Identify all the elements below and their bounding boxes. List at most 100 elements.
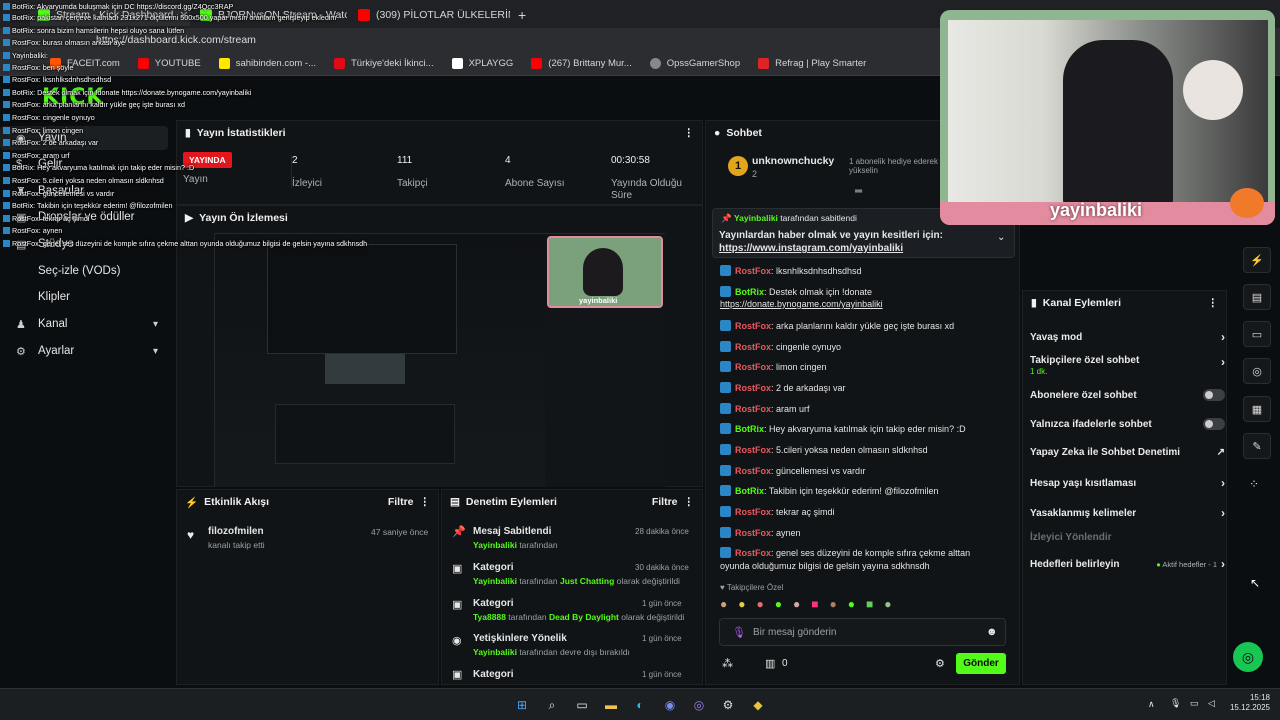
bookmark-youtube[interactable]: YOUTUBE (137, 58, 201, 69)
sahibinden-icon (218, 58, 230, 69)
overlay-line: RostFox: cingenle oynuyo (3, 113, 95, 122)
send-button[interactable]: Gönder (956, 653, 1006, 674)
emote-icon[interactable]: ● (793, 597, 800, 613)
more-menu-icon[interactable]: ⋮ (684, 496, 695, 508)
badge-icon (720, 320, 731, 331)
discord-icon[interactable]: ◉ (660, 695, 680, 715)
youtube-icon (531, 58, 543, 69)
mod-title: Kategori (473, 562, 514, 573)
globe-icon (649, 58, 661, 69)
quick-action-wrench-icon[interactable]: ✎ (1243, 433, 1271, 459)
bookmark-xplaygg[interactable]: XPLAYGG (451, 58, 513, 69)
mod-desc: Yayinbaliki tarafından Just Chatting ola… (473, 576, 680, 586)
panel-header: ▮ Yayın İstatistikleri ⋮ (177, 121, 702, 145)
quick-action-nodes-icon[interactable]: ⁘ (1249, 477, 1259, 491)
more-menu-icon[interactable]: ⋮ (420, 496, 431, 508)
quick-action-broadcast-icon[interactable]: ◎ (1243, 358, 1271, 384)
chevron-down-icon[interactable]: ⌄ (997, 232, 1005, 243)
quick-action-chat-icon[interactable]: ▭ (1243, 321, 1271, 347)
action-subscribers-only[interactable]: Abonelere özel sohbet (1030, 389, 1225, 401)
more-menu-icon[interactable]: ⋮ (684, 127, 695, 139)
badge-icon (720, 506, 731, 517)
sidebar-item-kanal[interactable]: ♟ Kanal ▾ (0, 312, 168, 336)
top-gifter-name[interactable]: unknownchucky (752, 155, 834, 167)
bookmark-opss[interactable]: OpssGamerShop (649, 58, 740, 69)
quick-action-doc-icon[interactable]: ▤ (1243, 284, 1271, 310)
emote-icon[interactable]: ■ (866, 597, 873, 613)
badge-icon (3, 89, 10, 96)
bookmark-brittany[interactable]: (267) Brittany Mur... (531, 58, 632, 69)
action-account-age[interactable]: Hesap yaşı kısıtlaması › (1030, 476, 1225, 490)
list-icon: ▤ (450, 496, 460, 508)
support-chat-icon[interactable]: ◎ (1233, 642, 1263, 672)
tab-youtube[interactable]: (309) PİLOTLAR ÜLKELERİN HAVA ✕ (350, 4, 510, 26)
badge-icon (720, 265, 731, 276)
start-icon[interactable]: ⊞ (512, 695, 532, 715)
panel-title: Sohbet (726, 127, 762, 139)
mod-time: 1 gün önce (642, 599, 682, 608)
bookmark-sahibinden[interactable]: sahibinden.com -... (218, 58, 316, 69)
edge-icon[interactable]: ◐ (630, 695, 650, 715)
emote-icon[interactable]: ● (884, 597, 891, 613)
emotes-only-toggle[interactable] (1203, 418, 1225, 430)
bookmark-refrag[interactable]: Refrag | Play Smarter (758, 58, 866, 69)
action-followers-only[interactable]: Takipçilere özel sohbet 1 dk. › (1030, 355, 1225, 379)
gift-icon[interactable]: ▥ (765, 657, 775, 670)
overlay-line: BotRix: Akvaryumda buluşmak için DC http… (3, 2, 233, 11)
mic-icon[interactable]: 🎙 (1170, 698, 1181, 709)
preview-video[interactable]: yayinbaliki (214, 233, 666, 487)
pin-icon: 📌 (721, 213, 732, 223)
sidebar-item-vods[interactable]: Seç-izle (VODs) (0, 259, 168, 283)
obs-icon[interactable]: ◎ (689, 695, 709, 715)
overlay-line: RostFox: lksnhlksdnhsdhsdhsd (3, 75, 111, 84)
tray-chevron-icon[interactable]: ∧ (1148, 699, 1155, 710)
gear-icon[interactable]: ⚙ (935, 657, 945, 670)
quick-action-bolt-icon[interactable]: ⚡ (1243, 247, 1271, 273)
sidebar-item-ayarlar[interactable]: ⚙ Ayarlar ▾ (0, 339, 168, 363)
pinned-link[interactable]: https://www.instagram.com/yayinbaliki (719, 243, 903, 254)
action-ai-moderation[interactable]: Yapay Zeka ile Sohbet Denetimi ↗ (1030, 447, 1225, 458)
filter-button[interactable]: Filtre (652, 496, 678, 508)
steam-icon[interactable]: ⚙ (718, 695, 738, 715)
subscribers-only-toggle[interactable] (1203, 389, 1225, 401)
emoji-icon[interactable]: ☻ (986, 626, 998, 638)
search-icon[interactable]: ⌕ (542, 695, 562, 715)
file-explorer-icon[interactable]: ▬ (601, 695, 621, 715)
collapse-handle-icon[interactable]: ═ (855, 186, 862, 197)
network-icon[interactable]: ▭ (1190, 698, 1199, 709)
badge-icon (3, 127, 10, 134)
emote-icon[interactable]: ● (775, 597, 782, 613)
gift-subs-text[interactable]: 1 abonelik hediye ederek yükselin (849, 157, 941, 175)
event-user[interactable]: filozofmilen (208, 526, 264, 537)
volume-icon[interactable]: ◁ (1208, 698, 1215, 709)
pinned-by: 📌 Yayinbaliki tarafından sabitlendi (721, 213, 857, 223)
chat-message: RostFox: aram urf (720, 403, 810, 414)
app-icon[interactable]: ◆ (748, 695, 768, 715)
emote-icon[interactable]: ● (720, 597, 727, 613)
quick-action-layout-icon[interactable]: ▦ (1243, 396, 1271, 422)
filter-button[interactable]: Filtre (388, 496, 414, 508)
emote-icon[interactable]: ● (830, 597, 837, 613)
emote-icon[interactable]: ● (848, 597, 855, 613)
chat-link[interactable]: https://donate.bynogame.com/yayinbaliki (720, 299, 883, 309)
sidebar-item-clips[interactable]: Klipler (0, 285, 168, 309)
stats-icon: ▮ (185, 127, 191, 139)
chat-input[interactable]: 🎙 Bir mesaj gönderin ☻ (719, 618, 1006, 646)
emote-icon[interactable]: ■ (811, 597, 818, 613)
emote-icon[interactable]: ● (757, 597, 764, 613)
action-goals[interactable]: Hedefleri belirleyin ● Aktif hedefler - 1… (1030, 557, 1225, 571)
clock[interactable]: 15:18 15.12.2025 (1228, 693, 1270, 713)
new-tab-button[interactable]: + (510, 4, 530, 26)
badge-icon (720, 403, 731, 414)
more-menu-icon[interactable]: ⋮ (1208, 297, 1219, 309)
bookmark-turkiye[interactable]: Türkiye'deki İkinci... (334, 58, 434, 69)
emote-icon[interactable]: ● (738, 597, 745, 613)
action-emotes-only[interactable]: Yalnızca ifadelerle sohbet (1030, 418, 1225, 430)
preview-inner-panels (275, 404, 455, 464)
action-slow-mode[interactable]: Yavaş mod › (1030, 330, 1225, 344)
top-gifter-count: 2 (752, 169, 758, 179)
task-view-icon[interactable]: ▭ (572, 695, 592, 715)
chevron-right-icon: › (1221, 506, 1225, 520)
tools-icon[interactable]: ⁂ (722, 657, 733, 670)
action-banned-words[interactable]: Yasaklanmış kelimeler › (1030, 506, 1225, 520)
